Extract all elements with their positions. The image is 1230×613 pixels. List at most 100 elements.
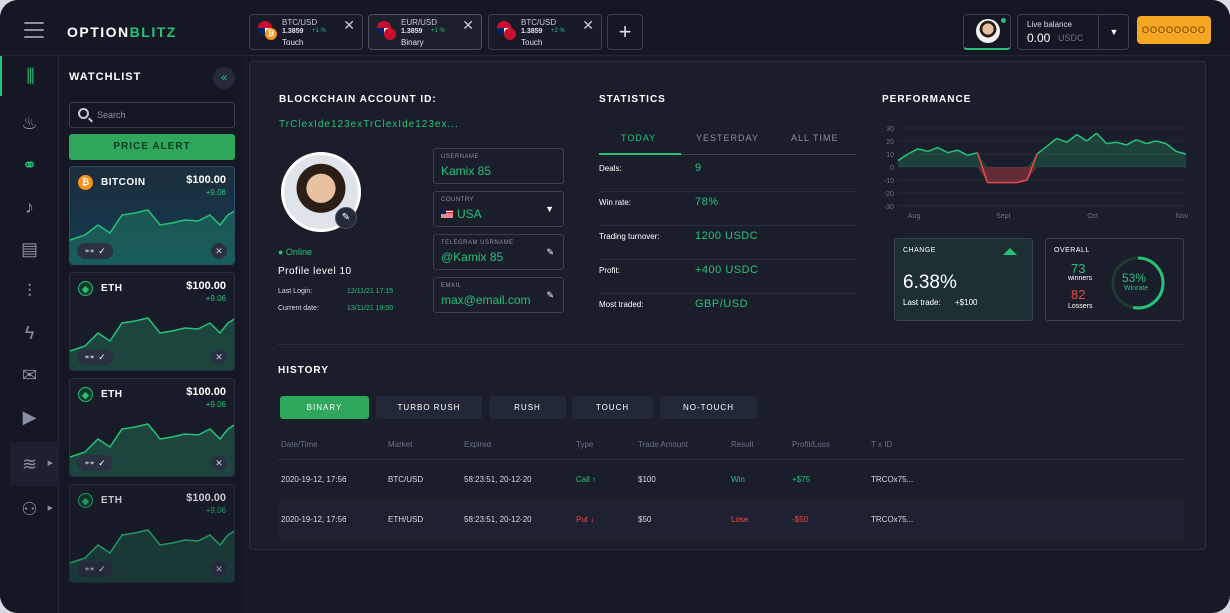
email-field[interactable]: EMAIL max@email.com ✎ bbox=[433, 277, 564, 313]
logo-part1: OPTION bbox=[67, 24, 130, 40]
tab-yesterday[interactable]: YESTERDAY bbox=[696, 133, 759, 143]
username-field[interactable]: USERNAME Kamix 85 bbox=[433, 148, 564, 184]
bolt-icon[interactable]: ϟ bbox=[0, 313, 59, 353]
current-date-label: Current date: bbox=[278, 305, 319, 312]
watch-toggle-button[interactable]: 👓 ✓ bbox=[77, 455, 113, 471]
search-input[interactable]: Search bbox=[69, 102, 235, 128]
tab-btc-touch[interactable]: ₿ BTC/USD 1.3859 +1 % Touch ✕ bbox=[249, 14, 363, 50]
menu-icon[interactable] bbox=[24, 22, 44, 38]
edit-avatar-button[interactable]: ✎ bbox=[335, 207, 357, 229]
tab-pair: BTC/USD bbox=[521, 18, 557, 27]
cell-result: Lose bbox=[731, 515, 749, 524]
close-icon[interactable]: ✕ bbox=[211, 243, 227, 259]
filter-touch[interactable]: TOUCH bbox=[572, 396, 653, 419]
logo: OPTIONBLITZ bbox=[67, 24, 177, 40]
x-tick-label: Nov bbox=[1176, 213, 1189, 220]
tab-today[interactable]: TODAY bbox=[621, 133, 656, 143]
card-name: BITCOIN bbox=[101, 177, 146, 188]
telegram-field[interactable]: TELEGRAM USRNAME @Kamix 85 ✎ bbox=[433, 234, 564, 270]
chevron-down-icon[interactable]: ▼ bbox=[545, 204, 554, 214]
card-name: ETH bbox=[101, 495, 123, 506]
cell-result: Win bbox=[731, 475, 745, 484]
balance-label: Live balance bbox=[1027, 20, 1072, 29]
ethereum-icon: ◆ bbox=[78, 493, 93, 508]
bitcoin-icon: ₿ bbox=[78, 175, 93, 190]
add-tab-button[interactable]: + bbox=[607, 14, 643, 50]
stat-value: GBP/USD bbox=[695, 298, 749, 310]
cell-tx-id: TRCOx75... bbox=[871, 515, 914, 524]
close-icon[interactable]: ✕ bbox=[343, 17, 355, 34]
tab-change: +1 % bbox=[312, 28, 326, 34]
stat-value: 1200 USDC bbox=[695, 230, 759, 242]
tab-btc-touch-2[interactable]: BTC/USD 1.3859 +2 % Touch ✕ bbox=[488, 14, 602, 50]
watchlist-card-eth[interactable]: ◆ ETH $100.00 +9.06 👓 ✓ ✕ bbox=[69, 378, 235, 477]
cell-type: Put ↓ bbox=[576, 515, 595, 524]
profile-button[interactable] bbox=[963, 14, 1011, 50]
watchlist-card-eth[interactable]: ◆ ETH $100.00 +9.06 👓 ✓ ✕ bbox=[69, 484, 235, 583]
filter-rush[interactable]: RUSH bbox=[489, 396, 566, 419]
watchlist-card-bitcoin[interactable]: ₿ BITCOIN $100.00 +9.06 👓 ✓ ✕ bbox=[69, 166, 235, 265]
news-icon[interactable]: ▤ bbox=[0, 229, 59, 269]
chevron-down-icon[interactable]: ▼ bbox=[1098, 15, 1129, 49]
card-name: ETH bbox=[101, 389, 123, 400]
search-placeholder: Search bbox=[97, 110, 126, 120]
us-flag-icon bbox=[504, 28, 516, 40]
cell-expired: 58:23:51, 20-12-20 bbox=[464, 515, 532, 524]
collapse-icon[interactable]: « bbox=[213, 67, 235, 89]
close-icon[interactable]: ✕ bbox=[462, 17, 474, 34]
last-trade-label: Last trade: bbox=[903, 298, 941, 307]
close-icon[interactable]: ✕ bbox=[211, 455, 227, 471]
filter-turbo-rush[interactable]: TURBO RUSH bbox=[376, 396, 482, 419]
price-alert-button[interactable]: PRICE ALERT bbox=[69, 134, 235, 160]
icon-sidebar: ⫼ ♨ ⚭ ♪ ▤ ⫶ ϟ ✉ ▶ ≋ ▶ ⚇ ▶ bbox=[0, 56, 59, 613]
col-date-time: Date/Time bbox=[281, 440, 318, 449]
cell-market: ETH/USD bbox=[388, 515, 424, 524]
watch-toggle-button[interactable]: 👓 ✓ bbox=[77, 561, 113, 577]
account-id[interactable]: TrClexIde123exTrClexIde123ex... bbox=[279, 119, 459, 130]
country-select[interactable]: COUNTRY USA ▼ bbox=[433, 191, 564, 227]
x-tick-label: Aug bbox=[908, 213, 921, 220]
chart-icon[interactable]: ⫼ bbox=[0, 56, 59, 96]
play-icon[interactable]: ▶ bbox=[0, 397, 59, 437]
winrate-value: 53% bbox=[1122, 271, 1147, 285]
chat-icon[interactable]: ✉ bbox=[0, 355, 59, 395]
cell-type: Call ↑ bbox=[576, 475, 597, 484]
card-price: $100.00 bbox=[186, 174, 226, 186]
tab-underline bbox=[599, 153, 681, 155]
close-icon[interactable]: ✕ bbox=[211, 349, 227, 365]
filter-no-touch[interactable]: NO-TOUCH bbox=[660, 396, 757, 419]
losers-count: 82 bbox=[1071, 287, 1086, 302]
online-status: ● Online bbox=[278, 247, 312, 257]
pencil-icon[interactable]: ✎ bbox=[546, 247, 554, 258]
cell-market: BTC/USD bbox=[388, 475, 424, 484]
filter-binary[interactable]: BINARY bbox=[280, 396, 369, 419]
database-icon[interactable]: ≋ ▶ bbox=[0, 444, 59, 484]
cell-profit: +$75 bbox=[792, 475, 811, 484]
close-icon[interactable]: ✕ bbox=[582, 17, 594, 34]
ethereum-icon: ◆ bbox=[78, 281, 93, 296]
table-row[interactable]: 2020-19-12, 17:56 BTC/USD 58:23:51, 20-1… bbox=[278, 460, 1184, 500]
cell-date: 2020-19-12, 17:56 bbox=[281, 515, 347, 524]
caret-right-icon: ▶ bbox=[47, 460, 53, 467]
balance-widget[interactable]: Live balance 0.00 USDC ▼ bbox=[1017, 14, 1129, 50]
deposit-button[interactable]: OOOOOOOO bbox=[1137, 16, 1211, 44]
losers-label: Lossers bbox=[1068, 303, 1093, 310]
y-tick-label: -10 bbox=[884, 178, 894, 185]
tab-eur-binary[interactable]: EUR/USD 1.3859 +1 % Binary ✕ bbox=[368, 14, 482, 50]
candles-icon[interactable]: ⫶ bbox=[0, 271, 59, 311]
table-row[interactable]: 2020-19-12, 17:56 ETH/USD 58:23:51, 20-1… bbox=[278, 500, 1184, 540]
watch-toggle-button[interactable]: 👓 ✓ bbox=[77, 243, 113, 259]
winrate-label: Winrate bbox=[1124, 285, 1149, 292]
network-icon[interactable]: ⚇ ▶ bbox=[0, 489, 59, 529]
tab-all-time[interactable]: ALL TIME bbox=[791, 133, 839, 143]
us-flag-icon bbox=[441, 210, 453, 218]
fire-icon[interactable]: ♨ bbox=[0, 103, 59, 143]
change-value: 6.38% bbox=[903, 272, 957, 293]
close-icon[interactable]: ✕ bbox=[211, 561, 227, 577]
binoculars-icon[interactable]: ⚭ bbox=[0, 145, 59, 185]
watch-toggle-button[interactable]: 👓 ✓ bbox=[77, 349, 113, 365]
bell-icon[interactable]: ♪ bbox=[0, 187, 59, 227]
watchlist-card-eth[interactable]: ◆ ETH $100.00 +9.06 👓 ✓ ✕ bbox=[69, 272, 235, 371]
col-profit-loss: Profit/Loss bbox=[792, 440, 830, 449]
pencil-icon[interactable]: ✎ bbox=[546, 290, 554, 301]
